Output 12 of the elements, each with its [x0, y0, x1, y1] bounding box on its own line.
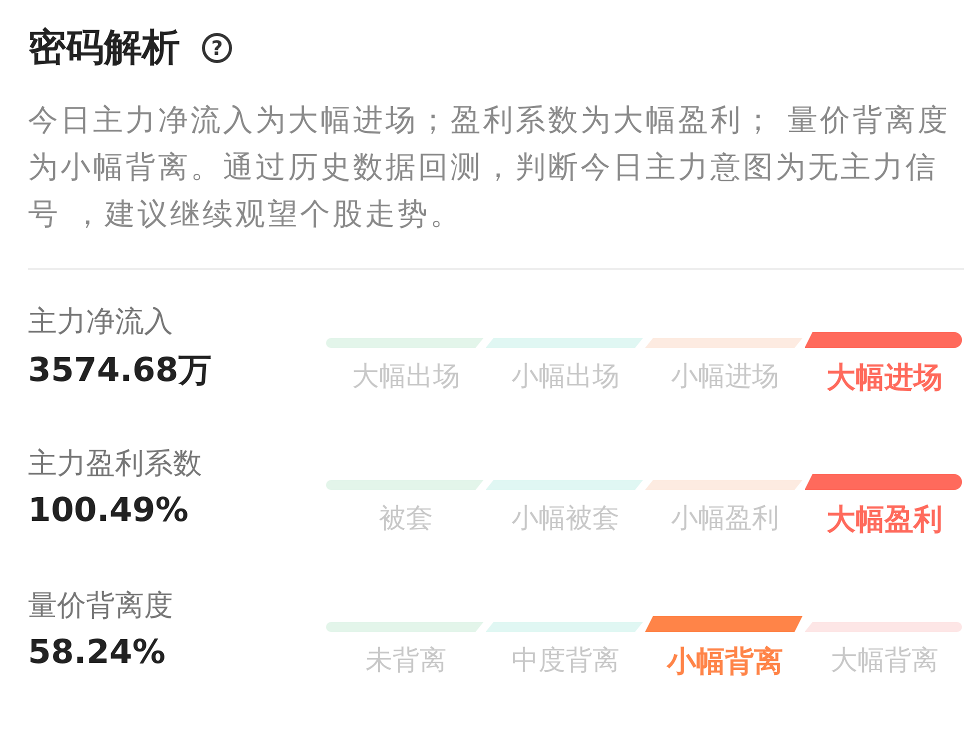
segment-label: 大幅盈利 [826, 501, 942, 538]
segment-label: 小幅背离 [666, 643, 783, 680]
segment-label: 大幅进场 [826, 359, 942, 396]
section-title: 密码解析 [28, 24, 180, 71]
metric-value: 58.24% [28, 632, 166, 671]
metric-name: 主力盈利系数 [28, 445, 203, 482]
help-icon[interactable]: ? [202, 32, 232, 62]
metric-name: 主力净流入 [28, 303, 174, 340]
summary-text: 今日主力净流入为大幅进场；盈利系数为大幅盈利； 量价背离度为小幅背离。通过历史数据回测，判断今日主力意图为无主力信号 ，建议继续观望个股走势。 [28, 102, 952, 234]
metric-value: 3574.68万 [28, 349, 212, 391]
metric-value: 100.49% [28, 490, 190, 529]
metric-name: 量价背离度 [28, 587, 174, 624]
